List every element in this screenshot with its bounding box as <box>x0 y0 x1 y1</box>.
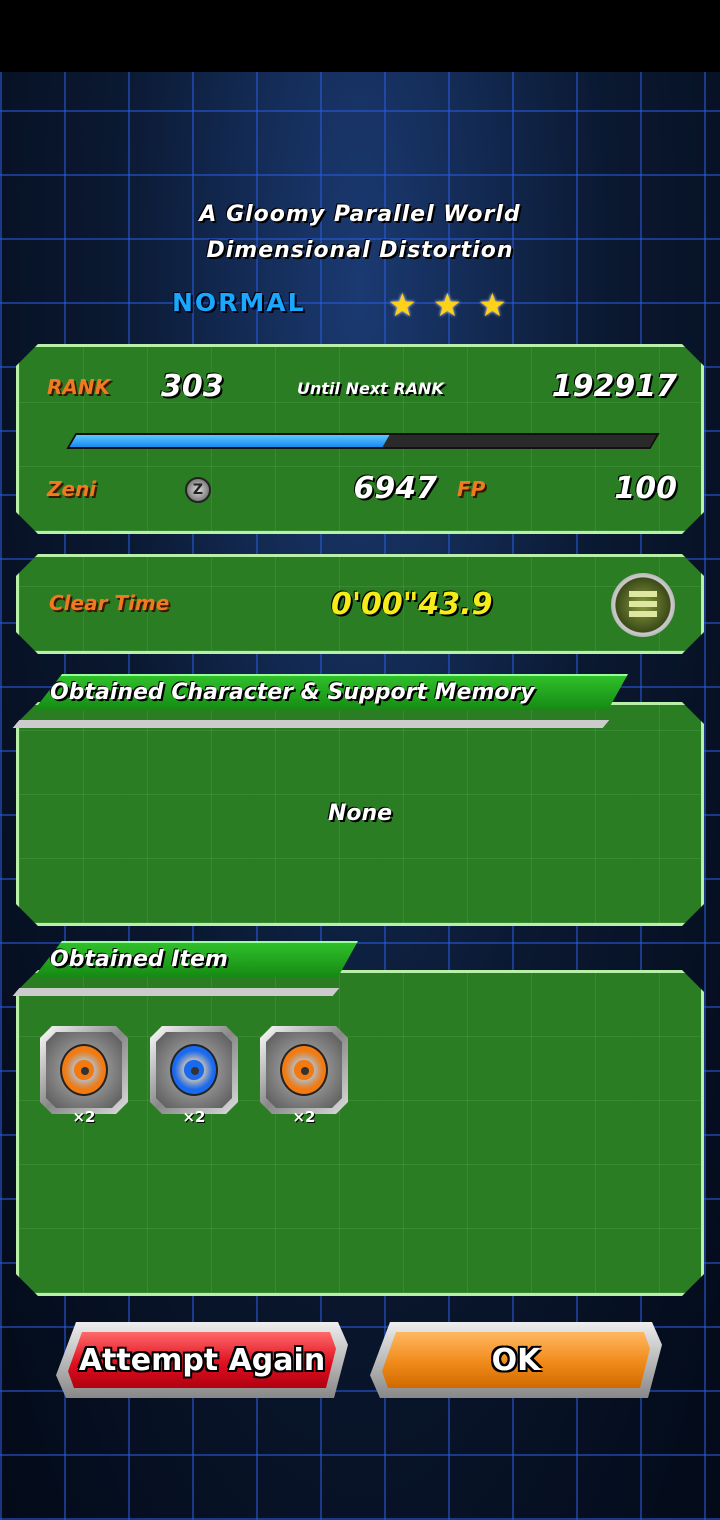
item-frame <box>46 1032 122 1108</box>
fp-label: FP <box>457 477 486 501</box>
until-next-rank-value: 192917 <box>551 369 677 404</box>
star-icon: ★ <box>433 286 462 324</box>
stage-subtitle: Dimensional Distortion <box>206 238 514 263</box>
star-icon: ★ <box>388 286 417 324</box>
ok-button[interactable]: OK <box>370 1322 662 1398</box>
item-quantity: ×2 <box>72 1108 96 1126</box>
item-slot[interactable] <box>150 1026 238 1114</box>
rank-progress-fill <box>70 435 390 447</box>
item-slot[interactable] <box>260 1026 348 1114</box>
zeni-coin-icon: Z <box>185 477 211 503</box>
orange-film-reel-icon <box>60 1044 108 1096</box>
none-text: None <box>327 801 393 826</box>
item-frame <box>156 1032 232 1108</box>
status-bar <box>0 0 720 72</box>
ok-label: OK <box>382 1332 650 1388</box>
fp-value: 100 <box>614 471 677 506</box>
rank-progress-bar <box>66 433 659 449</box>
star-icon: ★ <box>478 286 507 324</box>
zeni-label: Zeni <box>47 477 97 501</box>
list-icon <box>629 591 657 619</box>
header-stripe <box>12 720 610 728</box>
details-list-button[interactable] <box>611 573 675 637</box>
rank-panel: RANK 303 Until Next RANK 192917 Zeni Z 6… <box>16 344 704 534</box>
item-slot[interactable] <box>40 1026 128 1114</box>
attempt-again-button[interactable]: Attempt Again <box>56 1322 348 1398</box>
blue-film-reel-icon <box>170 1044 218 1096</box>
characters-header: Obtained Character & Support Memory <box>34 674 628 710</box>
characters-panel: None <box>16 702 704 926</box>
items-panel <box>16 970 704 1296</box>
stage-title: A Gloomy Parallel World <box>199 202 521 227</box>
rank-label: RANK <box>47 375 111 399</box>
until-next-rank-label: Until Next RANK <box>297 379 444 398</box>
attempt-again-label: Attempt Again <box>68 1332 336 1388</box>
header-stripe <box>12 988 340 996</box>
difficulty-label: NORMAL <box>172 288 306 317</box>
orange-film-reel-icon <box>280 1044 328 1096</box>
clear-time-panel: Clear Time 0'00"43.9 <box>16 554 704 654</box>
clear-time-label: Clear Time <box>49 591 170 615</box>
zeni-value: 6947 <box>353 471 437 506</box>
item-frame <box>266 1032 342 1108</box>
item-quantity: ×2 <box>292 1108 316 1126</box>
rank-value: 303 <box>161 369 224 404</box>
items-header: Obtained Item <box>34 941 358 977</box>
item-quantity: ×2 <box>182 1108 206 1126</box>
clear-time-value: 0'00"43.9 <box>331 587 493 622</box>
